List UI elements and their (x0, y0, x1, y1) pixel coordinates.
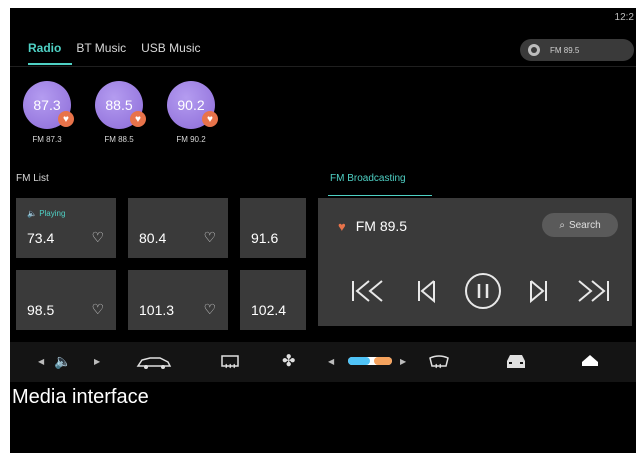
tab-usb-music[interactable]: USB Music (141, 41, 200, 55)
station-frequency: 101.3 (139, 302, 175, 318)
header-divider (10, 66, 636, 67)
station-frequency: 102.4 (251, 302, 287, 318)
heart-outline-icon[interactable]: ♡ (203, 301, 216, 318)
search-button[interactable]: ⌕ Search (542, 213, 618, 237)
front-defrost-icon[interactable] (428, 354, 450, 372)
fan-right-arrow-icon[interactable]: ▶ (400, 357, 406, 366)
preset-circle[interactable]: 87.3 ♥ (23, 81, 74, 129)
fan-left-arrow-icon[interactable]: ◀ (328, 357, 334, 366)
next-icon[interactable] (523, 276, 553, 306)
tab-radio[interactable]: Radio (28, 41, 61, 55)
current-station: ♥ FM 89.5 (338, 218, 407, 234)
fast-forward-icon[interactable] (573, 276, 613, 306)
current-station-label: FM 89.5 (355, 218, 408, 234)
preset-label: FM 90.2 (176, 135, 206, 144)
volume-icon[interactable]: 🔈 (54, 353, 71, 370)
preset-value: 87.3 (33, 97, 61, 113)
car-side-icon[interactable] (136, 354, 172, 370)
fm-broadcasting-tab[interactable]: FM Broadcasting (330, 173, 406, 184)
preset-circle[interactable]: 90.2 ♥ (167, 81, 218, 129)
station-tile[interactable]: 🔈 Playing 73.4 ♡ (16, 198, 116, 258)
playing-indicator: 🔈 Playing (27, 209, 66, 218)
page-caption: Media interface (12, 386, 149, 408)
active-tab-indicator (28, 63, 72, 65)
station-tile[interactable]: 91.6 (240, 198, 306, 258)
favorite-heart-icon[interactable]: ♥ (58, 111, 74, 127)
station-tile[interactable]: 80.4 ♡ (128, 198, 228, 258)
preset-value: 88.5 (105, 97, 133, 113)
station-frequency: 80.4 (139, 230, 167, 246)
preset-2[interactable]: 88.5 ♥ FM 88.5 (94, 81, 146, 144)
car-front-icon[interactable] (504, 353, 528, 371)
home-icon[interactable] (580, 352, 600, 372)
station-tile[interactable]: 98.5 ♡ (16, 270, 116, 330)
broadcasting-indicator (328, 195, 432, 196)
preset-label: FM 88.5 (104, 135, 134, 144)
station-tile[interactable]: 101.3 ♡ (128, 270, 228, 330)
station-tile[interactable]: 102.4 (240, 270, 306, 330)
volume-left-arrow-icon[interactable]: ◀ (38, 357, 44, 366)
preset-label: FM 87.3 (32, 135, 62, 144)
preset-1[interactable]: 87.3 ♥ FM 87.3 (22, 81, 74, 144)
search-label: Search (568, 219, 601, 231)
heart-outline-icon[interactable]: ♡ (203, 229, 216, 246)
source-tabs: Radio BT Music USB Music (28, 41, 200, 55)
favorite-heart-icon[interactable]: ♥ (202, 111, 218, 127)
fm-list-heading: FM List (16, 173, 49, 184)
radio-icon (528, 44, 540, 56)
now-playing-pill[interactable]: FM 89.5 (520, 39, 634, 61)
previous-icon[interactable] (412, 276, 442, 306)
search-icon: ⌕ (559, 219, 565, 231)
station-frequency: 91.6 (251, 230, 279, 246)
station-frequency: 73.4 (27, 230, 55, 246)
tab-bt-music[interactable]: BT Music (76, 41, 126, 55)
fan-speed-slider[interactable] (348, 357, 392, 365)
player-panel: ♥ FM 89.5 ⌕ Search (318, 198, 632, 326)
fan-icon[interactable]: ✤ (282, 351, 295, 371)
preset-value: 90.2 (177, 97, 205, 113)
bottom-control-bar: ◀ 🔈 ▶ ✤ ◀ ▶ (10, 342, 636, 382)
now-playing-label: FM 89.5 (550, 45, 580, 55)
favorite-heart-icon[interactable]: ♥ (130, 111, 146, 127)
heart-outline-icon[interactable]: ♡ (91, 229, 104, 246)
station-frequency: 98.5 (27, 302, 55, 318)
media-screen: 12:2 Radio BT Music USB Music FM 89.5 87… (10, 8, 636, 453)
status-clock: 12:2 (614, 12, 634, 23)
rear-defrost-icon[interactable] (220, 354, 240, 372)
favorite-heart-icon[interactable]: ♥ (338, 219, 346, 234)
heart-outline-icon[interactable]: ♡ (91, 301, 104, 318)
playing-label: Playing (39, 209, 66, 218)
pause-icon[interactable] (463, 271, 503, 311)
preset-circle[interactable]: 88.5 ♥ (95, 81, 146, 129)
preset-3[interactable]: 90.2 ♥ FM 90.2 (166, 81, 218, 144)
volume-right-arrow-icon[interactable]: ▶ (94, 357, 100, 366)
fast-rewind-icon[interactable] (348, 276, 388, 306)
